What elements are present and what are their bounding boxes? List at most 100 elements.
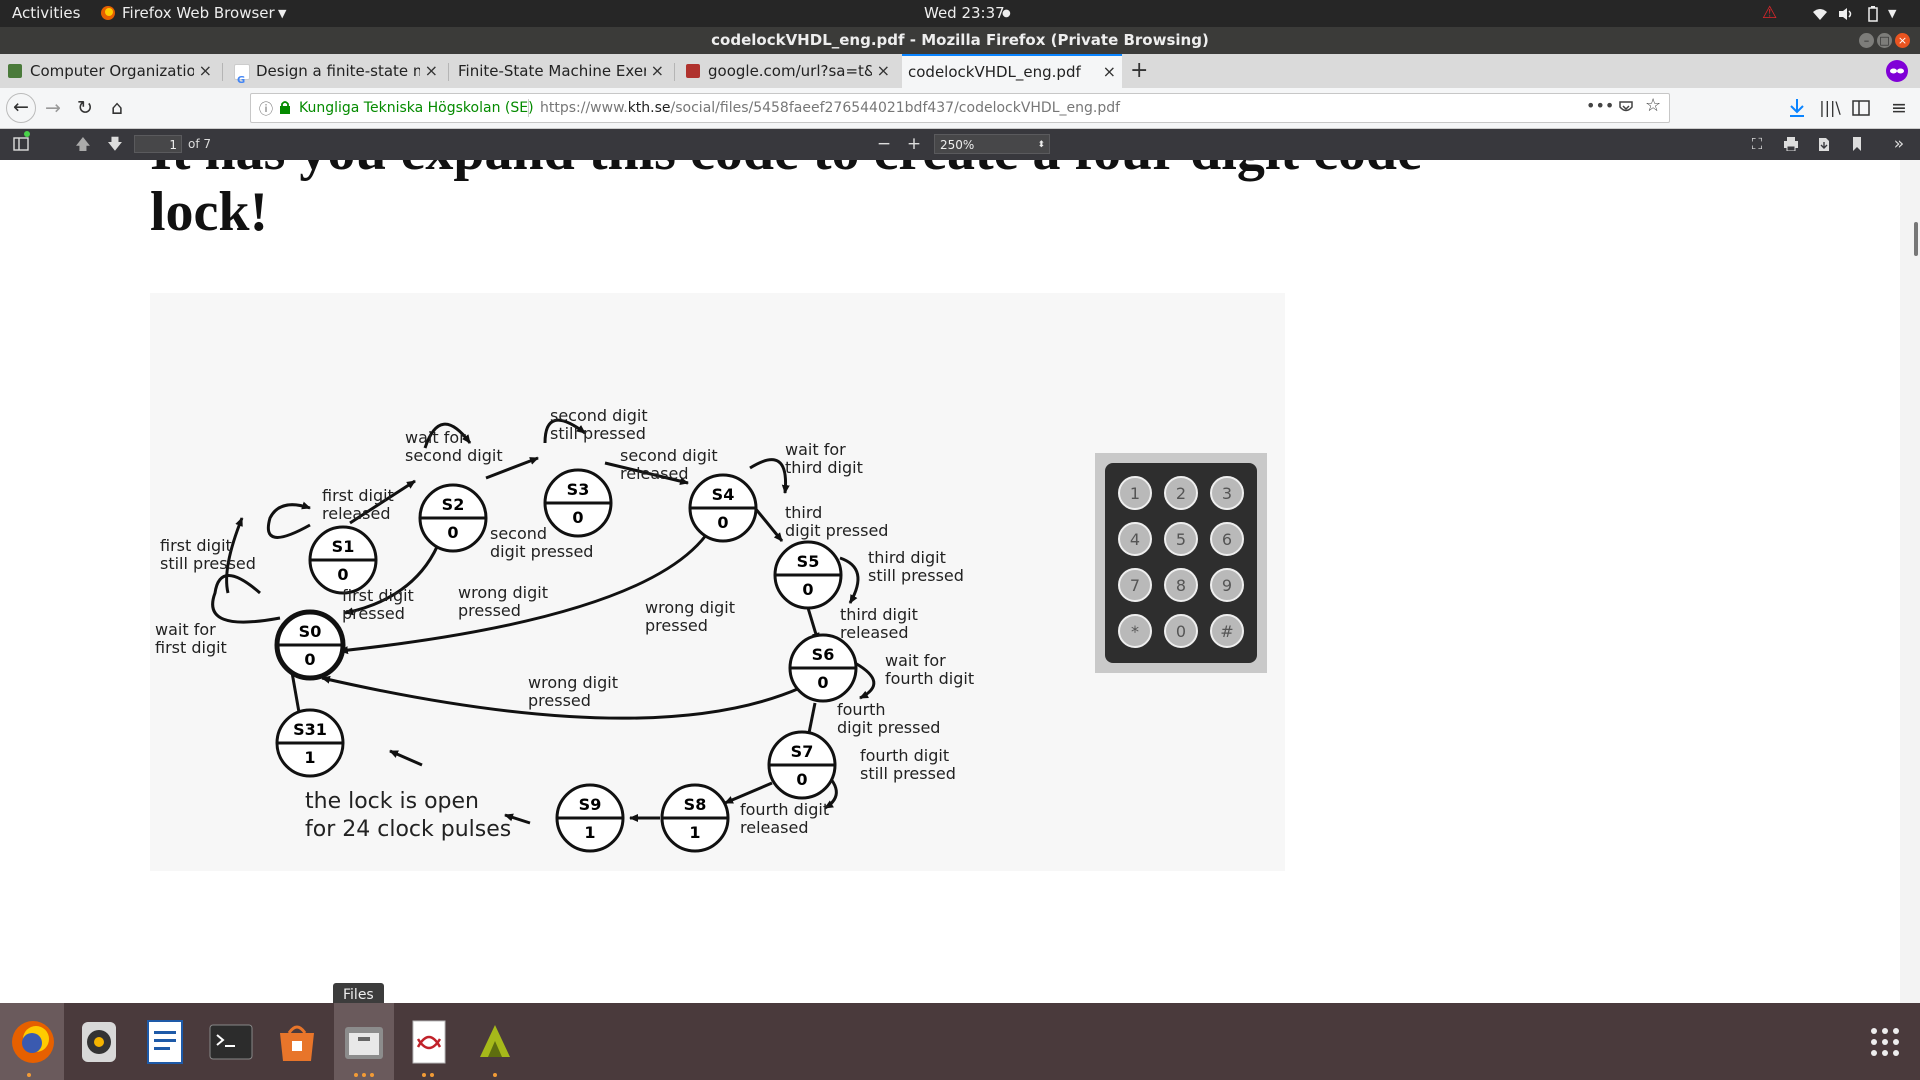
label-fourth-pressed-2: digit pressed bbox=[837, 718, 940, 737]
zoom-in-button[interactable]: + bbox=[904, 133, 924, 155]
minimize-button[interactable]: – bbox=[1859, 33, 1874, 48]
warning-icon[interactable]: ⚠ bbox=[1762, 0, 1777, 27]
state-output: 0 bbox=[802, 580, 813, 599]
evince-icon[interactable] bbox=[404, 1017, 454, 1067]
state-name: S1 bbox=[332, 537, 355, 556]
firefox-icon[interactable] bbox=[8, 1017, 58, 1067]
label-fourth-still-2: still pressed bbox=[860, 764, 956, 783]
wifi-icon[interactable] bbox=[1812, 0, 1828, 27]
keypad-image: 1 2 3 4 5 6 7 8 9 * 0 # bbox=[1095, 453, 1267, 673]
app-icon[interactable] bbox=[470, 1017, 520, 1067]
tab-label: Design a finite-state mac bbox=[256, 62, 420, 80]
activities-button[interactable]: Activities bbox=[12, 0, 80, 27]
page-number-input[interactable]: 1 bbox=[134, 135, 182, 153]
tab-google-url[interactable]: google.com/url?sa=t&rct × bbox=[678, 56, 896, 86]
system-menu-arrow-icon[interactable]: ▼ bbox=[1888, 0, 1896, 27]
url-text[interactable]: https://www.kth.se/social/files/5458faee… bbox=[540, 94, 1120, 122]
writer-icon[interactable] bbox=[140, 1017, 190, 1067]
bookmark-star-icon[interactable]: ☆ bbox=[1645, 95, 1661, 116]
tab-design-fsm[interactable]: G Design a finite-state mac × bbox=[226, 56, 444, 86]
zoom-out-button[interactable]: − bbox=[874, 133, 894, 155]
tab-computer-organization[interactable]: Computer Organization × bbox=[0, 56, 218, 86]
state-diagram-figure: S0 0 S1 0 S2 0 S3 0 S4 0 S5 0 S6 0 S7 0 S8 1 S9 1 S31 1 wait … bbox=[150, 293, 1285, 871]
toggle-sidebar-icon[interactable] bbox=[10, 131, 32, 155]
tab-favicon-icon bbox=[8, 64, 22, 78]
label-first-still-2: still pressed bbox=[160, 554, 256, 573]
tab-close-icon[interactable]: × bbox=[651, 56, 664, 86]
print-icon[interactable] bbox=[1780, 133, 1802, 155]
state-name: S31 bbox=[293, 720, 327, 739]
tab-close-icon[interactable]: × bbox=[877, 56, 890, 86]
label-first-pressed-2: pressed bbox=[342, 604, 405, 623]
zoom-select-arrow-icon: ⬍ bbox=[1037, 140, 1045, 150]
show-apps-icon[interactable] bbox=[1860, 1017, 1910, 1067]
library-icon[interactable]: |||\ bbox=[1817, 95, 1843, 121]
new-tab-button[interactable]: + bbox=[1130, 56, 1148, 86]
tab-close-icon[interactable]: × bbox=[1103, 56, 1116, 88]
scrollbar-thumb[interactable] bbox=[1914, 222, 1918, 256]
label-lock-open: the lock is open bbox=[305, 789, 479, 814]
label-second-still-2: still pressed bbox=[550, 424, 646, 443]
label-wrong-3: wrong digit bbox=[528, 673, 618, 692]
firefox-small-icon bbox=[100, 0, 118, 27]
hamburger-menu-icon[interactable]: ≡ bbox=[1886, 95, 1912, 121]
navigation-bar: ← → ↻ ⌂ ⓘ Kungliga Tekniska Högskolan (S… bbox=[0, 88, 1920, 129]
keypad-key-label: * bbox=[1131, 622, 1139, 641]
pdf-toolbar: 🡅 🡇 1 of 7 − + 250% ⬍ ⛶ » bbox=[0, 129, 1920, 160]
label-wrong-3b: pressed bbox=[528, 691, 591, 710]
close-window-button[interactable]: × bbox=[1895, 33, 1910, 48]
app-menu[interactable]: Firefox Web Browser bbox=[122, 0, 275, 27]
label-third-still-2: still pressed bbox=[868, 566, 964, 585]
running-indicator bbox=[420, 1073, 436, 1077]
tab-close-icon[interactable]: × bbox=[199, 56, 212, 86]
terminal-icon[interactable] bbox=[206, 1017, 256, 1067]
back-button[interactable]: ← bbox=[6, 93, 36, 123]
tab-codelock-pdf[interactable]: codelockVHDL_eng.pdf × bbox=[902, 54, 1122, 90]
tab-close-icon[interactable]: × bbox=[425, 56, 438, 86]
site-identity-label[interactable]: Kungliga Tekniska Högskolan (SE) bbox=[299, 94, 534, 122]
keypad-key: 6 bbox=[1210, 522, 1244, 556]
label-second-still: second digit bbox=[550, 406, 648, 425]
next-page-button[interactable]: 🡇 bbox=[104, 133, 126, 155]
rhythmbox-icon[interactable] bbox=[74, 1017, 124, 1067]
bookmark-view-icon[interactable] bbox=[1846, 133, 1868, 155]
download-pdf-icon[interactable] bbox=[1813, 133, 1835, 155]
label-third-still: third digit bbox=[868, 548, 946, 567]
clock[interactable]: Wed 23:37 bbox=[924, 0, 1005, 27]
window-title: codelockVHDL_eng.pdf - Mozilla Firefox (… bbox=[711, 31, 1209, 49]
keypad-key-label: 7 bbox=[1130, 576, 1140, 595]
label-second-pressed: second bbox=[490, 524, 547, 543]
files-tooltip: Files bbox=[333, 983, 384, 1004]
presentation-mode-icon[interactable]: ⛶ bbox=[1746, 133, 1768, 155]
downloads-icon[interactable] bbox=[1784, 95, 1810, 121]
label-wrong-2b: pressed bbox=[645, 616, 708, 635]
keypad-key: 1 bbox=[1118, 476, 1152, 510]
tab-fsm-exercise[interactable]: Finite-State Machine Exercis × bbox=[452, 56, 670, 86]
battery-icon[interactable] bbox=[1868, 0, 1878, 27]
home-button[interactable]: ⌂ bbox=[104, 95, 130, 121]
volume-icon[interactable] bbox=[1838, 0, 1854, 27]
previous-page-button[interactable]: 🡅 bbox=[72, 133, 94, 155]
software-icon[interactable] bbox=[272, 1017, 322, 1067]
url-bar[interactable]: ⓘ Kungliga Tekniska Högskolan (SE) https… bbox=[250, 93, 1670, 123]
tools-menu-icon[interactable]: » bbox=[1888, 133, 1910, 155]
state-name: S7 bbox=[791, 742, 814, 761]
info-icon[interactable]: ⓘ bbox=[259, 99, 273, 119]
keypad-key-label: 9 bbox=[1222, 576, 1232, 595]
page-scrollbar[interactable] bbox=[1900, 160, 1920, 1004]
files-icon[interactable] bbox=[339, 1017, 389, 1067]
label-first-released-2: released bbox=[322, 504, 391, 523]
app-menu-arrow-icon: ▼ bbox=[278, 7, 287, 20]
pocket-icon[interactable] bbox=[1618, 99, 1634, 119]
maximize-button[interactable]: □ bbox=[1877, 33, 1892, 48]
loop-s5 bbox=[839, 556, 860, 604]
page-actions-icon[interactable]: ••• bbox=[1586, 96, 1614, 115]
label-fourth-released-2: released bbox=[740, 818, 809, 837]
tab-label: codelockVHDL_eng.pdf bbox=[908, 63, 1081, 81]
zoom-select[interactable]: 250% ⬍ bbox=[934, 134, 1050, 154]
dock bbox=[0, 1003, 1920, 1080]
forward-button[interactable]: → bbox=[40, 95, 66, 121]
reload-button[interactable]: ↻ bbox=[72, 95, 98, 121]
sidebar-icon[interactable] bbox=[1848, 95, 1874, 121]
state-output: 1 bbox=[584, 823, 595, 842]
